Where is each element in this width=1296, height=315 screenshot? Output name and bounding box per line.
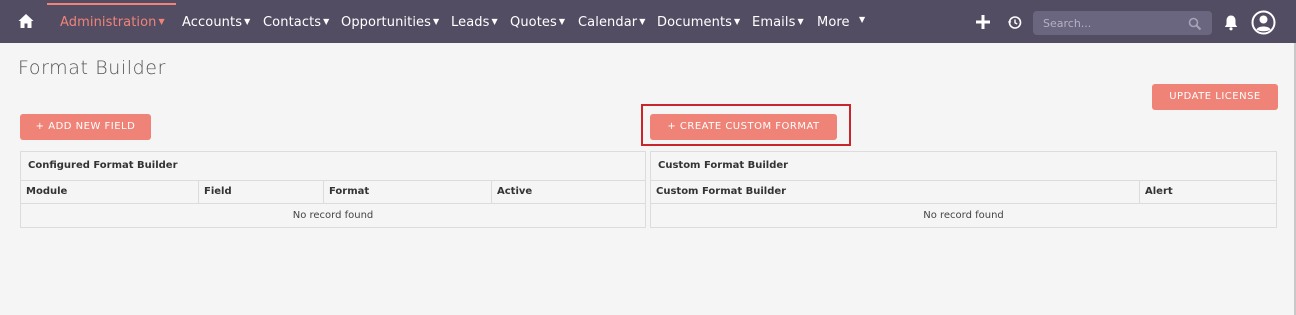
chevron-down-icon: ▼ xyxy=(433,17,440,26)
panel-title: Custom Format Builder xyxy=(658,160,789,171)
column-header-alert[interactable]: Alert xyxy=(1139,181,1276,203)
nav-item-documents[interactable]: Documents ▼ xyxy=(657,15,740,30)
nav-item-opportunities[interactable]: Opportunities ▼ xyxy=(341,15,439,30)
highlight-box xyxy=(641,104,851,146)
bell-icon[interactable] xyxy=(1223,14,1239,31)
nav-item-contacts[interactable]: Contacts ▼ xyxy=(263,15,329,30)
nav-item-label: Calendar xyxy=(578,15,638,30)
top-navigation-bar: Administration ▼ Accounts ▼ Contacts ▼ Oppo… xyxy=(0,0,1296,43)
column-header-field[interactable]: Field xyxy=(198,181,323,203)
empty-state-text: No record found xyxy=(292,210,374,221)
chevron-down-icon: ▼ xyxy=(491,17,498,26)
nav-item-label: Emails xyxy=(752,15,796,30)
chevron-down-icon: ▼ xyxy=(639,17,646,26)
nav-item-label: Administration xyxy=(60,15,157,30)
page-title: Format Builder xyxy=(18,57,166,79)
chevron-down-icon: ▼ xyxy=(734,17,741,26)
active-tab-indicator xyxy=(47,3,176,5)
chevron-down-icon[interactable]: ▼ xyxy=(859,15,865,24)
nav-item-calendar[interactable]: Calendar ▼ xyxy=(578,15,646,30)
nav-item-more[interactable]: More xyxy=(817,15,850,30)
nav-item-emails[interactable]: Emails ▼ xyxy=(752,15,804,30)
nav-item-leads[interactable]: Leads ▼ xyxy=(451,15,498,30)
column-header-active[interactable]: Active xyxy=(491,181,645,203)
nav-item-label: Opportunities xyxy=(341,15,432,30)
empty-state-text: No record found xyxy=(923,210,1004,221)
column-header-format[interactable]: Format xyxy=(323,181,491,203)
plus-icon[interactable] xyxy=(975,14,991,30)
chevron-down-icon: ▼ xyxy=(158,17,165,26)
nav-item-label: Documents xyxy=(657,15,733,30)
search-icon[interactable] xyxy=(1188,16,1202,31)
column-header-module[interactable]: Module xyxy=(21,181,198,203)
search-input[interactable] xyxy=(1043,15,1183,31)
nav-item-label: More xyxy=(817,15,850,30)
custom-format-builder-panel: Custom Format Builder Custom Format Buil… xyxy=(650,151,1277,228)
table-header-row: Module Field Format Active xyxy=(21,180,645,204)
chevron-down-icon: ▼ xyxy=(323,17,330,26)
nav-item-quotes[interactable]: Quotes ▼ xyxy=(510,15,565,30)
add-new-field-button[interactable]: + ADD NEW FIELD xyxy=(20,114,151,140)
nav-item-administration[interactable]: Administration ▼ xyxy=(60,15,165,30)
nav-item-label: Quotes xyxy=(510,15,557,30)
user-avatar-icon[interactable] xyxy=(1251,10,1276,35)
nav-item-accounts[interactable]: Accounts ▼ xyxy=(182,15,250,30)
search-box xyxy=(1033,11,1212,35)
nav-item-label: Contacts xyxy=(263,15,322,30)
configured-format-builder-panel: Configured Format Builder Module Field F… xyxy=(20,151,646,228)
chevron-down-icon: ▼ xyxy=(244,17,251,26)
home-icon[interactable] xyxy=(17,12,35,30)
history-icon[interactable] xyxy=(1007,15,1022,30)
nav-item-label: Accounts xyxy=(182,15,243,30)
panel-title: Configured Format Builder xyxy=(28,160,178,171)
column-header-custom-format-builder[interactable]: Custom Format Builder xyxy=(651,181,1139,203)
nav-item-label: Leads xyxy=(451,15,490,30)
chevron-down-icon: ▼ xyxy=(558,17,566,26)
chevron-down-icon: ▼ xyxy=(797,17,804,26)
table-header-row: Custom Format Builder Alert xyxy=(651,180,1276,204)
update-license-button[interactable]: UPDATE LICENSE xyxy=(1152,84,1278,110)
